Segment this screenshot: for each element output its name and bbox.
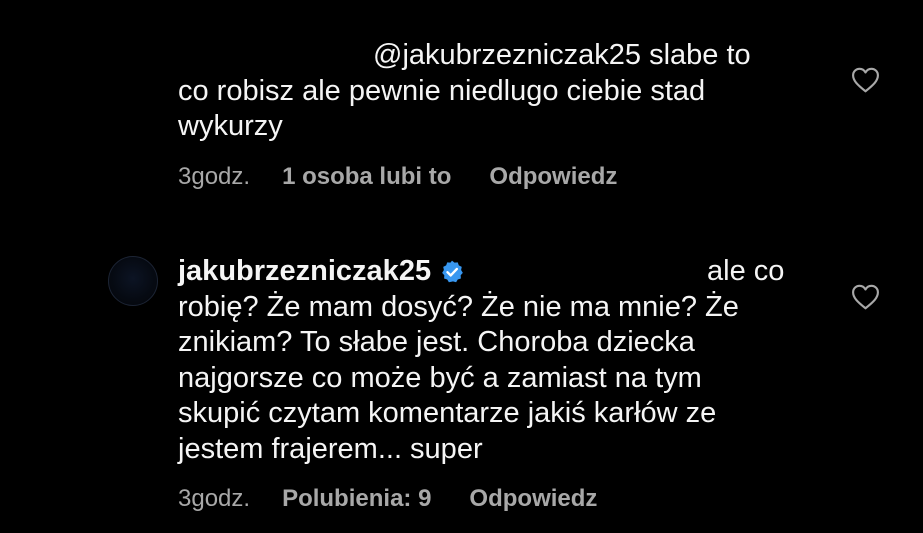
comment-2-line: najgorsze co może być a zamiast na tym xyxy=(178,361,702,394)
comment-2-line: znikiam? To słabe jest. Choroba dziecka xyxy=(178,326,695,358)
comment-1-line-2: co robisz ale pewnie niedlugo ciebie sta… xyxy=(178,74,706,107)
comment-1-line-3: wykurzy xyxy=(178,110,283,142)
comment-2-line: skupić czytam komentarze jakiś karłów ze xyxy=(178,397,717,429)
comment-2-username[interactable]: jakubrzezniczak25 xyxy=(178,255,431,288)
comment-1-reply-button[interactable]: Odpowiedz xyxy=(489,163,617,191)
comment-1-timestamp: 3godz. xyxy=(178,163,251,190)
comment-2-meta: 3godz. Polubienia: 9 Odpowiedz xyxy=(178,485,597,513)
comment-2-line: robię? Że mam dosyć? Że nie ma mnie? Że xyxy=(178,290,739,323)
heart-icon[interactable] xyxy=(851,284,880,310)
verified-badge-icon xyxy=(442,260,463,283)
comment-2-lead-text: ale co xyxy=(707,255,785,287)
comment-1-meta: 3godz. 1 osoba lubi to Odpowiedz xyxy=(178,163,617,191)
comment-2-reply-button[interactable]: Odpowiedz xyxy=(469,485,597,513)
comment-2-timestamp: 3godz. xyxy=(178,485,251,512)
heart-icon[interactable] xyxy=(851,67,880,93)
comment-1-first-line: @jakubrzezniczak25 slabe to xyxy=(373,39,751,71)
comment-2-line: jestem frajerem... super xyxy=(178,432,483,465)
avatar[interactable] xyxy=(108,256,158,306)
comment-2-likes-link[interactable]: Polubienia: 9 xyxy=(282,485,431,513)
comment-2-header: jakubrzezniczak25 xyxy=(178,254,465,290)
comment-1-likes-link[interactable]: 1 osoba lubi to xyxy=(282,163,451,191)
